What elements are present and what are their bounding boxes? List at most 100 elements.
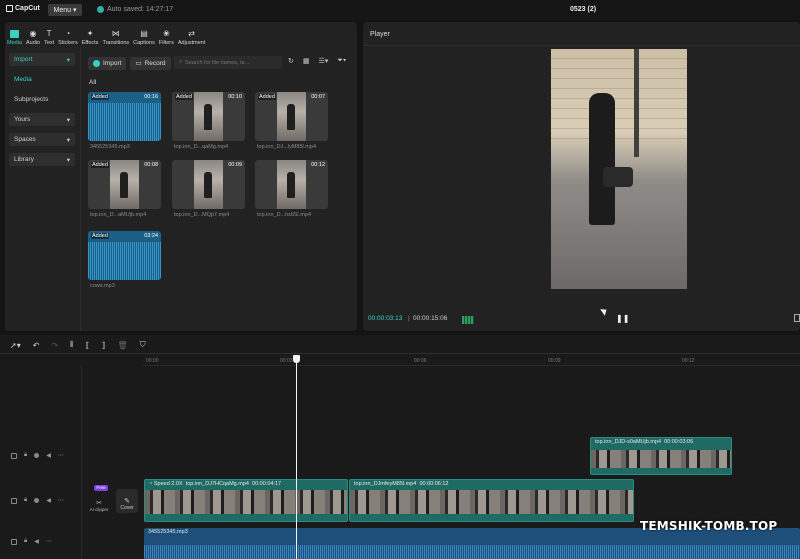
record-button[interactable]: ▭ Record [130, 56, 171, 70]
more-icon[interactable]: ⋯ [46, 538, 52, 545]
tab-label: Filters [158, 40, 174, 46]
sidebar-item-yours[interactable]: Yours ▾ [9, 113, 75, 126]
adjustment-icon: ⇄ [188, 29, 195, 38]
media-item-video[interactable]: Added 00:07 [255, 92, 328, 141]
sidebar-item-spaces[interactable]: Spaces ▾ [9, 133, 75, 146]
speaker-icon[interactable]: ◀ [46, 452, 51, 459]
shield-icon[interactable]: ⛉ [140, 340, 146, 350]
tab-filters[interactable]: ❀ Filters [157, 24, 176, 47]
speaker-icon[interactable]: ◀ [46, 497, 51, 504]
sidebar-item-library[interactable]: Library ▾ [9, 153, 75, 166]
more-icon[interactable]: ⋯ [58, 452, 64, 459]
tab-transitions[interactable]: ⋈ Transitions [100, 24, 131, 47]
tab-label: Media [7, 40, 22, 46]
lock-icon[interactable]: 🔒︎ [24, 497, 27, 504]
visibility-icon[interactable] [34, 498, 40, 503]
timeline-ruler[interactable]: 00:00 00:03 00:06 00:09 00:12 [143, 355, 800, 365]
sidebar-item-label: Spaces [14, 136, 36, 143]
video-thumbnail [277, 92, 306, 141]
grid-view-icon[interactable]: ▦ [303, 57, 310, 65]
tab-stickers[interactable]: ◔ Stickers [56, 24, 80, 47]
media-duration: 00:07 [311, 94, 325, 100]
split-right-icon[interactable]: ⟧ [101, 341, 105, 350]
delete-icon[interactable]: 🗑︎ [117, 341, 127, 350]
clip-duration: 00:00:03:06 [664, 439, 694, 445]
added-badge: Added [91, 94, 109, 100]
project-title[interactable]: 0523 (2) [570, 6, 596, 13]
effects-icon: ✦ [86, 29, 94, 38]
search-icon: ⌕ [179, 59, 183, 65]
tab-label: Captions [133, 40, 155, 46]
ruler-baseline [143, 365, 800, 366]
tab-adjustment[interactable]: ⇄ Adjustment [176, 24, 208, 47]
video-preview[interactable] [551, 49, 687, 289]
tab-label: Text [44, 40, 55, 46]
tab-effects[interactable]: ✦ Effects [80, 24, 101, 47]
media-item-video[interactable]: 00:12 [255, 160, 328, 209]
ruler-tick: 00:00 [146, 358, 159, 364]
split-icon[interactable]: ⫴ [70, 340, 73, 350]
playhead-handle[interactable] [293, 355, 300, 363]
record-icon: ▭ [135, 60, 142, 67]
clip-filename: top.inn_DJ7HCqaMg.mp4 [185, 481, 249, 487]
visibility-icon[interactable] [34, 453, 40, 458]
media-item-audio[interactable]: Added 00:16 [88, 92, 161, 141]
clip-filename: top.inn_DJD-s0aMUjb.mp4 [595, 439, 662, 445]
undo-icon[interactable]: ↶ [33, 341, 40, 350]
clip-frames [350, 490, 633, 514]
sidebar-item-import[interactable]: Import ▾ [9, 53, 75, 66]
tab-captions[interactable]: ▤ Captions [131, 24, 157, 47]
redo-icon[interactable]: ↷ [51, 341, 58, 350]
lock-icon[interactable]: 🔒︎ [24, 452, 27, 459]
tab-label: Transitions [102, 40, 130, 46]
media-item-video[interactable]: Added 00:10 [172, 92, 245, 141]
speaker-icon[interactable]: ◀ [34, 538, 39, 545]
added-badge: Added [258, 94, 276, 100]
media-duration: 00:09 [228, 162, 242, 168]
playhead[interactable] [296, 356, 297, 559]
filter-all-label[interactable]: All [89, 79, 96, 86]
lock-icon[interactable]: 🔒︎ [24, 538, 27, 545]
ai-clipper-label: AI clipper [89, 507, 109, 512]
player-divider [363, 45, 800, 46]
media-view-controls: ↻ ▦ ☰▾ ⏷▾ [288, 57, 346, 65]
check-icon [97, 6, 104, 13]
sidebar-item-label: Yours [14, 116, 31, 123]
media-item-video[interactable]: 00:09 [172, 160, 245, 209]
tab-text[interactable]: T Text [42, 24, 56, 47]
split-left-icon[interactable]: ⟦ [86, 341, 90, 350]
sidebar-item-subprojects[interactable]: Subprojects [9, 93, 75, 106]
media-item-name: top.inn_DJ...lyM85l.mp4 [257, 144, 316, 150]
import-button[interactable]: Import [88, 56, 127, 70]
chevron-down-icon: ▾ [66, 116, 70, 124]
cover-button[interactable]: ✎ Cover [116, 489, 138, 513]
tab-audio[interactable]: ◉ Audio [24, 24, 42, 47]
track-controls-audio: 🔒︎ ◀ ⋯ [11, 538, 52, 545]
transitions-icon: ⋈ [111, 29, 120, 38]
media-item-name: cows.mp3 [90, 283, 115, 289]
timeline-clip-main-1[interactable]: ◔ Speed 2.0X top.inn_DJ7HCqaMg.mp4 00:00… [144, 479, 348, 522]
menu-button[interactable]: Menu ▾ [48, 4, 82, 16]
ai-clipper-button[interactable]: ✂ AI clipper [87, 488, 111, 512]
media-item-video[interactable]: Added 00:08 [88, 160, 161, 209]
pause-button[interactable]: ❚❚ [616, 314, 629, 323]
media-duration: 00:10 [228, 94, 242, 100]
track-header-divider [81, 366, 82, 559]
timeline-toolbar-divider [0, 353, 800, 354]
timeline-clip-main-2[interactable]: top.inn_DJmfeyM85l.mp4 00:00:06:12 [349, 479, 634, 522]
media-search-input[interactable]: ⌕ Search for file names, te... [174, 56, 282, 69]
audio-icon: ◉ [29, 29, 37, 38]
search-placeholder: Search for file names, te... [185, 59, 250, 66]
tab-media[interactable]: Media [5, 24, 24, 46]
sidebar-item-media[interactable]: Media [9, 73, 75, 86]
added-badge: Added [91, 162, 109, 168]
select-tool-icon[interactable]: ➚▾ [10, 341, 21, 350]
timeline-clip-upper[interactable]: top.inn_DJD-s0aMUjb.mp4 00:00:03:06 [590, 437, 732, 475]
fullscreen-icon[interactable] [794, 314, 800, 322]
media-item-audio[interactable]: Added 03:24 [88, 231, 161, 280]
sort-icon[interactable]: ☰▾ [319, 57, 329, 65]
filter-icon[interactable]: ⏷▾ [337, 57, 346, 65]
title-bar: CapCut Menu ▾ Auto saved: 14:27:17 0523 … [0, 0, 800, 20]
more-icon[interactable]: ⋯ [58, 497, 64, 504]
refresh-icon[interactable]: ↻ [288, 57, 294, 65]
